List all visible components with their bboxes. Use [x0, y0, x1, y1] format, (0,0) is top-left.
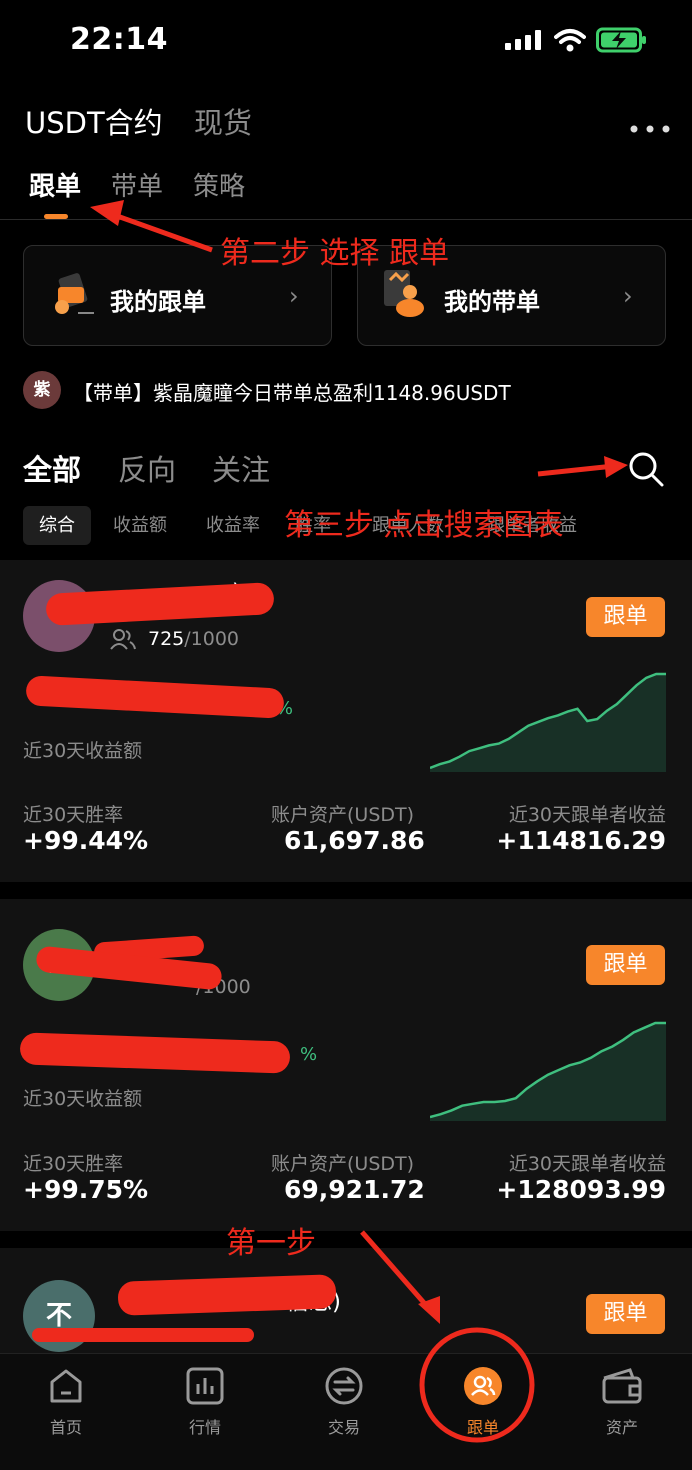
chevron-right-icon: › [623, 282, 633, 310]
cellular-signal-icon [505, 30, 541, 50]
announcement-avatar: 紫 [23, 371, 61, 409]
swap-icon [325, 1367, 363, 1405]
follower-current: 725 [148, 628, 185, 650]
pnl-curve-chart [430, 1021, 666, 1121]
chevron-right-icon: › [289, 282, 299, 310]
follower-count: 725/1000 [148, 628, 239, 650]
wallet-icon [602, 1368, 642, 1404]
pnl-curve-area [430, 674, 666, 772]
pnl-label: 近30天收益额 [23, 740, 143, 762]
annotation-step1: 第一步 [226, 1226, 316, 1261]
chart-icon [186, 1367, 224, 1405]
tab-spot[interactable]: 现货 [194, 100, 252, 142]
status-time: 22:14 [70, 22, 168, 57]
subtab-strategy[interactable]: 策略 [193, 166, 245, 203]
home-icon [50, 1369, 82, 1403]
sort-pnl[interactable]: 收益额 [101, 506, 179, 545]
lead-coin-icon [384, 270, 424, 317]
my-lead-trades-label: 我的带单 [444, 288, 540, 316]
filter-following[interactable]: 关注 [212, 447, 270, 489]
follower-pnl-value: +128093.99 [496, 1175, 666, 1204]
bottom-tab-bar: 首页 行情 交易 跟单 资产 [0, 1353, 692, 1470]
sort-roi[interactable]: 收益率 [194, 506, 272, 545]
trader-card[interactable]: ) 725/1000 跟单 78% 近30天收益额 近30天胜率 +99.44%… [0, 560, 692, 882]
status-bar: 22:14 [0, 0, 692, 80]
tab-usdt-futures[interactable]: USDT合约 [25, 100, 163, 142]
copy-trade-icon [464, 1367, 502, 1405]
more-icon[interactable] [630, 118, 670, 137]
filter-reverse[interactable]: 反向 [118, 447, 176, 489]
sort-overall[interactable]: 综合 [23, 506, 91, 545]
pnl-curve-chart [430, 672, 666, 772]
tab-market[interactable]: 行情 [160, 1366, 250, 1438]
redaction-mark [25, 675, 285, 719]
tab-market-label: 行情 [188, 1418, 221, 1437]
follower-pnl-value: +114816.29 [496, 826, 666, 855]
tab-assets-label: 资产 [605, 1418, 638, 1437]
filter-all[interactable]: 全部 [23, 447, 81, 489]
trader-card[interactable]: 不 信念) 跟单 [0, 1248, 692, 1353]
follower-pnl-label: 近30天跟单者收益 [508, 1153, 666, 1175]
arrow-head [604, 456, 628, 478]
trader-card[interactable]: W /1000 跟单 % 近30天收益额 近30天胜率 +99.75% 账户资产… [0, 899, 692, 1231]
assets-value: 61,697.86 [284, 826, 425, 855]
copy-coin-icon [55, 273, 94, 314]
tab-assets[interactable]: 资产 [577, 1366, 667, 1438]
assets-label: 账户资产(USDT) [271, 1153, 415, 1175]
arrow-to-search [537, 463, 615, 477]
redaction-mark [19, 1032, 291, 1074]
win-rate-label: 近30天胜率 [23, 804, 124, 826]
assets-value: 69,921.72 [284, 1175, 425, 1204]
tab-trade[interactable]: 交易 [299, 1366, 389, 1438]
win-rate-value: +99.75% [23, 1175, 149, 1204]
win-rate-label: 近30天胜率 [23, 1153, 124, 1175]
arrow-head [90, 200, 124, 226]
annotation-step2: 第二步 选择 跟单 [220, 236, 450, 271]
follower-max: /1000 [184, 628, 240, 650]
follower-pnl-label: 近30天跟单者收益 [508, 804, 666, 826]
redaction-mark [32, 1328, 254, 1342]
tab-copy-trade-label: 跟单 [466, 1418, 499, 1437]
follow-button[interactable]: 跟单 [586, 597, 665, 637]
pnl-percent: % [300, 1044, 318, 1065]
win-rate-value: +99.44% [23, 826, 149, 855]
follow-button[interactable]: 跟单 [586, 945, 665, 985]
tab-copy-trade[interactable]: 跟单 [438, 1366, 528, 1438]
my-copy-trades-label: 我的跟单 [110, 288, 206, 316]
pnl-label: 近30天收益额 [23, 1088, 143, 1110]
tab-home[interactable]: 首页 [21, 1366, 111, 1438]
header-divider [0, 219, 692, 220]
subtab-lead[interactable]: 带单 [111, 166, 163, 203]
search-icon[interactable] [627, 450, 665, 488]
wifi-icon [554, 29, 586, 52]
tab-home-label: 首页 [49, 1418, 82, 1437]
tab-trade-label: 交易 [327, 1418, 360, 1437]
announcement-text[interactable]: 【带单】紫晶魔瞳今日带单总盈利1148.96USDT [73, 377, 511, 406]
followers-icon [110, 629, 136, 650]
battery-charging-icon [596, 27, 646, 53]
assets-label: 账户资产(USDT) [271, 804, 415, 826]
follow-button[interactable]: 跟单 [586, 1294, 665, 1334]
annotation-step3: 第三步 点击搜索图表 [284, 508, 564, 543]
subtab-copy[interactable]: 跟单 [29, 166, 81, 203]
